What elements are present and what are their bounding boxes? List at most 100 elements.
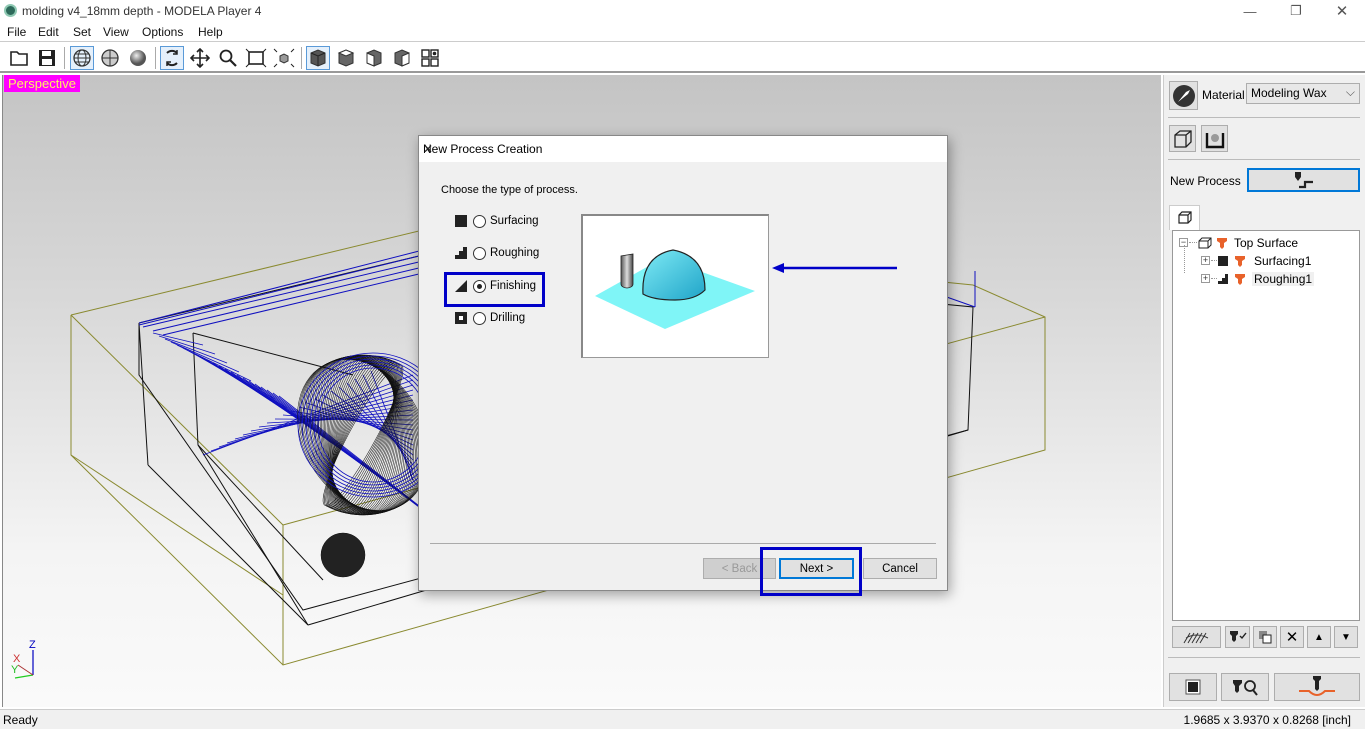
front-view-cube-icon (366, 49, 382, 67)
surfacing-icon (455, 215, 467, 227)
four-views-button[interactable] (418, 46, 442, 70)
open-button[interactable] (7, 46, 31, 70)
dialog-close-button[interactable]: ✕ (423, 142, 939, 156)
axis-indicator: Z X Y (11, 639, 36, 679)
tree-label: Top Surface (1234, 235, 1299, 250)
delete-button[interactable]: ✕ (1280, 626, 1304, 648)
cancel-button[interactable]: Cancel (863, 558, 937, 579)
copy-icon (1259, 631, 1272, 644)
cube-wire-icon (1173, 129, 1192, 148)
expand-icon[interactable]: + (1201, 274, 1210, 283)
tool-icon (1217, 237, 1227, 249)
cut-icon (1299, 676, 1335, 696)
new-process-button[interactable] (1247, 168, 1360, 192)
toolpath-segment (152, 332, 204, 346)
tree-label: Surfacing1 (1254, 253, 1312, 268)
option-drilling[interactable]: Drilling (455, 309, 525, 327)
menu-help[interactable]: Help (198, 25, 223, 39)
new-process-label: New Process (1170, 174, 1241, 188)
axis-z-label: Z (29, 639, 36, 651)
tool-check-icon (1229, 631, 1247, 642)
material-select[interactable]: Modeling Wax ⌵ (1246, 83, 1360, 104)
option-label: Drilling (490, 312, 526, 324)
toolpath-segment (170, 341, 240, 373)
top-view-cube-icon (337, 49, 355, 67)
tool-icon (1235, 255, 1245, 267)
cutting-area-button[interactable] (1169, 673, 1217, 701)
delete-icon: ✕ (1285, 629, 1299, 646)
surfacing-icon (1218, 255, 1228, 266)
radio-roughing[interactable] (473, 246, 486, 260)
shaded-wire-view-button[interactable] (98, 46, 122, 70)
perspective-cube-icon (310, 49, 326, 67)
toolpath-segment (158, 335, 216, 355)
zoom-button[interactable] (216, 46, 240, 70)
fit-window-button[interactable] (244, 46, 268, 70)
pan-icon (190, 48, 210, 68)
minimize-button[interactable]: — (1227, 0, 1273, 22)
menu-view[interactable]: View (103, 25, 129, 39)
menu-file[interactable]: File (7, 25, 26, 39)
end-mill (620, 253, 634, 289)
roughing-icon (1218, 273, 1228, 284)
cut-button[interactable] (1274, 673, 1360, 701)
option-surfacing[interactable]: Surfacing (455, 212, 539, 230)
restore-button[interactable]: ❐ (1273, 0, 1319, 22)
model-dimensions: 1.9685 x 3.9370 x 0.8268 [inch] (1183, 713, 1351, 727)
toolbar (0, 43, 1365, 73)
stock-setup-button[interactable] (1169, 125, 1196, 152)
rotate-button[interactable] (160, 46, 184, 70)
divider (1168, 117, 1360, 118)
menu-edit[interactable]: Edit (38, 25, 59, 39)
material-label: Material (1202, 88, 1245, 102)
perspective-view-button[interactable] (306, 46, 330, 70)
status-text: Ready (3, 713, 38, 727)
zoom-icon (219, 49, 237, 67)
finishing-toolpath-grid (152, 332, 456, 535)
option-label: Roughing (490, 247, 540, 259)
copy-button[interactable] (1253, 626, 1277, 648)
preview-cutting-button[interactable] (1221, 673, 1269, 701)
dialog-prompt: Choose the type of process. (441, 184, 578, 196)
menu-options[interactable]: Options (142, 25, 183, 39)
process-tree[interactable]: − Top Surface + Surfacing1 + Roughing1 (1172, 230, 1360, 621)
status-bar: Ready 1.9685 x 3.9370 x 0.8268 [inch] (0, 709, 1365, 729)
four-views-icon (421, 49, 439, 67)
shaded-view-button[interactable] (126, 46, 150, 70)
wireframe-view-button[interactable] (70, 46, 94, 70)
close-button[interactable]: ✕ (1319, 0, 1365, 22)
toolpath-preview-button[interactable] (1172, 626, 1221, 648)
save-button[interactable] (35, 46, 59, 70)
pointer-arrow-icon (772, 263, 897, 273)
dialog-divider (430, 543, 936, 544)
option-roughing[interactable]: Roughing (455, 244, 539, 262)
expand-icon[interactable]: + (1201, 256, 1210, 265)
tree-item-roughing[interactable]: + Roughing1 (1201, 270, 1315, 287)
move-up-button[interactable]: ▲ (1307, 626, 1331, 648)
area-icon (1185, 679, 1201, 695)
top-view-button[interactable] (334, 46, 358, 70)
move-down-button[interactable]: ▼ (1334, 626, 1358, 648)
tree-item-surfacing[interactable]: + Surfacing1 (1201, 252, 1311, 269)
tool-check-button[interactable] (1225, 626, 1250, 648)
toolbar-separator (155, 47, 156, 69)
side-view-button[interactable] (390, 46, 414, 70)
next-highlight-box (760, 547, 862, 596)
cube-icon (1198, 237, 1212, 248)
front-view-button[interactable] (362, 46, 386, 70)
radio-surfacing[interactable] (473, 214, 486, 228)
pan-button[interactable] (188, 46, 212, 70)
axis-y-label: Y (11, 664, 19, 676)
tree-root[interactable]: − Top Surface (1179, 234, 1298, 251)
material-button[interactable] (1169, 81, 1198, 110)
model-setup-button[interactable] (1201, 125, 1228, 152)
finishing-highlight-box (444, 272, 545, 307)
dome-mesh-line (308, 357, 418, 513)
open-icon (10, 51, 28, 66)
menu-set[interactable]: Set (73, 25, 91, 39)
tab-process-tree[interactable] (1169, 205, 1200, 230)
right-panel: Material Modeling Wax ⌵ New Process − To… (1163, 75, 1365, 707)
material-value: Modeling Wax (1251, 86, 1327, 100)
radio-drilling[interactable] (473, 311, 486, 325)
fit-model-button[interactable] (272, 46, 296, 70)
